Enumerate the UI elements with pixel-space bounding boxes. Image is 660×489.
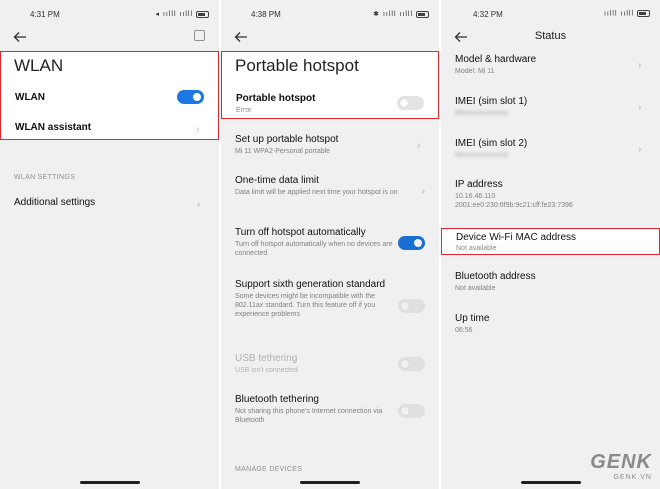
signal-icons: ✱ ıılll ıılll	[373, 10, 429, 18]
mac-value: Not available	[456, 245, 497, 252]
hotspot-row[interactable]: Portable hotspot Error	[236, 93, 424, 115]
ip-v6: 2001:ee0:230:6f9b:9c21:cff:fe23:7396	[455, 202, 573, 209]
setup-hotspot-row[interactable]: Set up portable hotspot Mi 11 WPA2-Perso…	[235, 134, 425, 156]
imei2-label: IMEI (sim slot 2)	[455, 138, 528, 149]
data-limit-row[interactable]: One-time data limit Data limit will be a…	[235, 175, 399, 197]
highlight-box: WLAN WLAN WLAN assistant ›	[0, 51, 219, 140]
status-time: 4:38 PM	[251, 10, 281, 19]
page-title: WLAN	[14, 56, 64, 75]
auto-off-sub: Turn off hotspot automatically when no d…	[235, 241, 393, 257]
sixth-gen-row[interactable]: Support sixth generation standard Some d…	[235, 279, 399, 319]
model-row[interactable]: Model & hardware Model: Mi 11 ›	[455, 54, 646, 76]
mac-row: Device Wi-Fi MAC address Not available	[456, 232, 645, 253]
battery-icon	[416, 10, 429, 18]
bt-sub: Not sharing this phone's Internet connec…	[235, 408, 383, 424]
additional-settings-label: Additional settings	[14, 197, 96, 208]
wlan-screen: 4:31 PM ◂ ıılll ıılll WLAN WLAN WLAN ass…	[0, 0, 219, 489]
model-label: Model & hardware	[455, 54, 537, 65]
status-bar: 4:32 PM ıılll ıılll	[441, 8, 660, 22]
highlight-box: Portable hotspot Portable hotspot Error	[221, 51, 439, 119]
status-bar: 4:31 PM ◂ ıılll ıılll	[0, 8, 219, 22]
chevron-right-icon: ›	[197, 199, 201, 210]
status-bar: 4:38 PM ✱ ıılll ıılll	[221, 8, 439, 22]
bt-label: Bluetooth tethering	[235, 394, 319, 405]
model-sub: Model: Mi 11	[455, 68, 495, 75]
page-title: Portable hotspot	[235, 56, 359, 75]
mac-label: Device Wi-Fi MAC address	[456, 232, 577, 243]
section-header: MANAGE DEVICES	[235, 466, 303, 473]
additional-settings-row[interactable]: Additional settings ›	[14, 197, 205, 210]
bt-tethering-row[interactable]: Bluetooth tethering Not sharing this pho…	[235, 394, 399, 425]
auto-off-toggle[interactable]	[398, 236, 425, 250]
chevron-right-icon: ›	[638, 144, 642, 155]
limit-label: One-time data limit	[235, 175, 319, 186]
chevron-right-icon: ›	[638, 102, 642, 113]
usb-tethering-row[interactable]: USB tethering USB isn't connected	[235, 353, 399, 375]
imei1-row[interactable]: IMEI (sim slot 1) 86xxxxxxxxxxxxx ›	[455, 96, 646, 118]
wlan-label: WLAN	[15, 92, 45, 103]
bt-toggle[interactable]	[398, 404, 425, 418]
wlan-toggle[interactable]	[177, 90, 204, 104]
usb-sub: USB isn't connected	[235, 367, 298, 374]
watermark-main: GENK	[590, 451, 652, 473]
usb-label: USB tethering	[235, 353, 298, 364]
usb-toggle[interactable]	[398, 357, 425, 371]
wlan-assistant-label: WLAN assistant	[15, 122, 92, 133]
gesture-bar	[521, 481, 581, 484]
bt-address-row: Bluetooth address Not available	[455, 271, 646, 293]
chevron-right-icon: ›	[196, 124, 200, 135]
limit-sub: Data limit will be applied next time you…	[235, 189, 398, 196]
imei1-label: IMEI (sim slot 1)	[455, 96, 528, 107]
setup-sub: Mi 11 WPA2-Personal portable	[235, 148, 331, 155]
back-arrow-icon[interactable]	[234, 30, 248, 42]
chevron-right-icon: ›	[421, 186, 425, 197]
chevron-right-icon: ›	[638, 60, 642, 71]
sixth-gen-toggle[interactable]	[398, 299, 425, 313]
ip-row: IP address 10.16.46.110 2001:ee0:230:6f9…	[455, 179, 646, 210]
chevron-right-icon: ›	[417, 140, 421, 151]
sixth-gen-sub: Some devices might be incompatible with …	[235, 293, 376, 318]
hotspot-screen: 4:38 PM ✱ ıılll ıılll Portable hotspot P…	[221, 0, 439, 489]
status-time: 4:32 PM	[473, 10, 503, 19]
battery-icon	[637, 10, 650, 17]
status-time: 4:31 PM	[30, 10, 60, 19]
uptime-value: 06:56	[455, 327, 473, 334]
ip-label: IP address	[455, 179, 503, 190]
imei1-value: 86xxxxxxxxxxxxx	[455, 110, 509, 117]
wlan-assistant-row[interactable]: WLAN assistant ›	[15, 122, 204, 135]
imei2-row[interactable]: IMEI (sim slot 2) 86xxxxxxxxxxxxx ›	[455, 138, 646, 160]
genk-logo: GENK GENK.VN	[590, 451, 652, 481]
wlan-row[interactable]: WLAN	[15, 90, 204, 104]
page-title: Status	[534, 30, 567, 42]
battery-icon	[196, 10, 209, 18]
bt-address-value: Not available	[455, 285, 496, 292]
gesture-bar	[80, 481, 140, 484]
hotspot-status: Error	[236, 107, 252, 114]
highlight-box: Device Wi-Fi MAC address Not available	[441, 228, 660, 255]
back-arrow-icon[interactable]	[13, 30, 27, 42]
hotspot-toggle[interactable]	[397, 96, 424, 110]
hotspot-label: Portable hotspot	[236, 93, 316, 104]
qr-scan-icon[interactable]	[194, 30, 205, 41]
sixth-gen-label: Support sixth generation standard	[235, 279, 386, 290]
gesture-bar	[300, 481, 360, 484]
auto-off-label: Turn off hotspot automatically	[235, 227, 366, 238]
setup-label: Set up portable hotspot	[235, 134, 339, 145]
bt-address-label: Bluetooth address	[455, 271, 536, 282]
imei2-value: 86xxxxxxxxxxxxx	[455, 152, 509, 159]
uptime-label: Up time	[455, 313, 490, 324]
watermark-sub: GENK.VN	[613, 474, 652, 481]
section-header: WLAN SETTINGS	[14, 174, 76, 181]
signal-icons: ◂ ıılll ıılll	[156, 10, 209, 18]
auto-off-row[interactable]: Turn off hotspot automatically Turn off …	[235, 227, 399, 258]
uptime-row: Up time 06:56	[455, 313, 646, 335]
status-screen: 4:32 PM ıılll ıılll Status Model & hardw…	[441, 0, 660, 489]
ip-v4: 10.16.46.110	[455, 193, 496, 200]
signal-icons: ıılll ıılll	[604, 10, 650, 17]
